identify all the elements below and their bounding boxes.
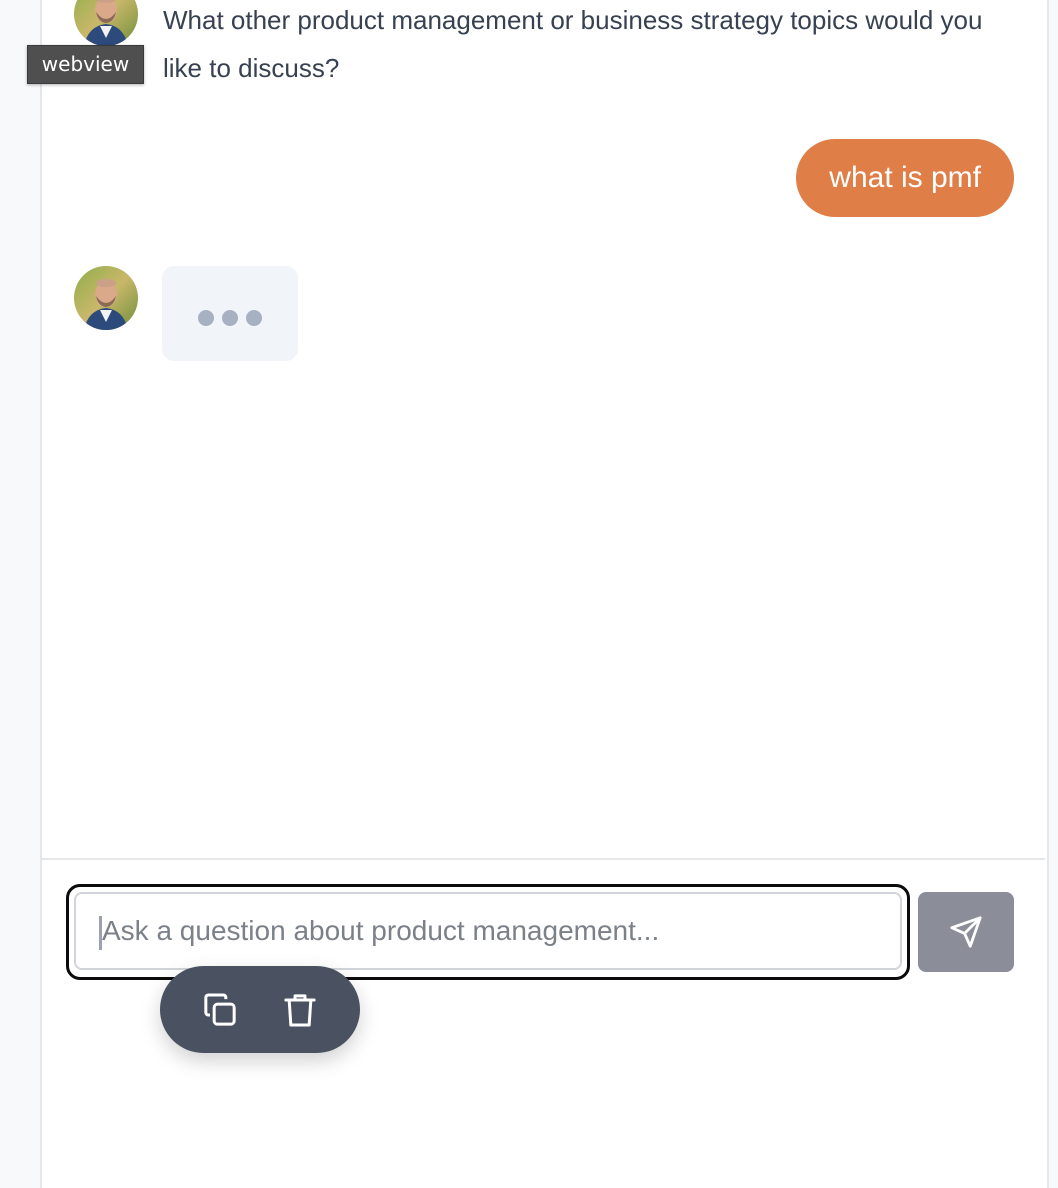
typing-indicator	[162, 266, 298, 361]
copy-button[interactable]	[198, 988, 242, 1032]
composer-divider	[42, 858, 1045, 860]
typing-dot	[246, 310, 262, 326]
copy-icon	[204, 993, 236, 1026]
send-icon	[950, 916, 982, 948]
question-input[interactable]	[74, 892, 902, 970]
typing-dot	[222, 310, 238, 326]
typing-dot	[198, 310, 214, 326]
delete-button[interactable]	[278, 988, 322, 1032]
text-caret	[99, 916, 102, 950]
assistant-avatar	[74, 266, 138, 330]
text-selection-toolbar	[160, 966, 360, 1053]
user-message-bubble: what is pmf	[796, 139, 1014, 217]
webview-label: webview	[27, 45, 144, 84]
person-avatar-icon	[74, 266, 138, 330]
assistant-message: What other product management or busines…	[163, 5, 983, 83]
send-button[interactable]	[918, 892, 1014, 972]
trash-icon	[284, 994, 316, 1027]
